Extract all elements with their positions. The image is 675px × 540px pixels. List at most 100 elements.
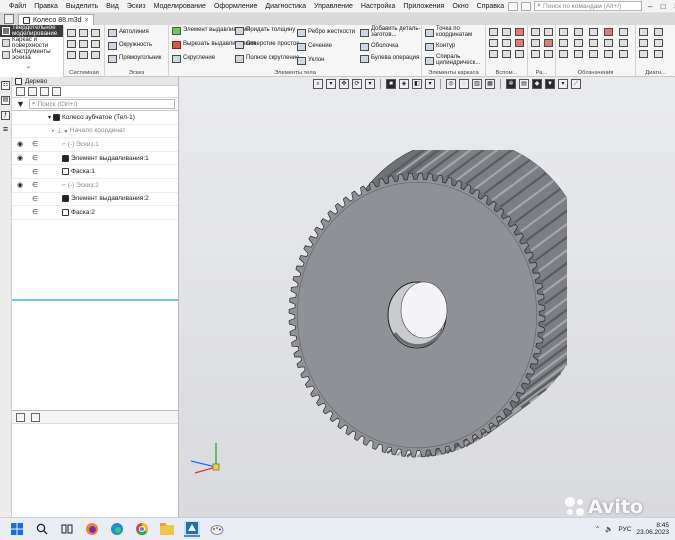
angle-measure-icon[interactable] [654, 50, 663, 58]
volume-icon[interactable]: 🔈 [605, 525, 613, 533]
text-icon[interactable] [574, 39, 583, 47]
leader-icon[interactable] [574, 28, 583, 36]
menu-item[interactable]: Оформление [210, 3, 261, 10]
window-icon[interactable] [521, 1, 532, 11]
tree-panel-icon[interactable]: ☷ [1, 81, 10, 90]
tree-row[interactable]: ◉ ∈ Элемент выдавливания:1 [12, 152, 178, 166]
display-settings-icon[interactable]: ▾ [425, 79, 435, 89]
zoom-fit-icon[interactable]: ▾ [326, 79, 336, 89]
tree-row[interactable]: ∈ Элемент выдавливания:2 [12, 193, 178, 207]
menu-item[interactable]: Моделирование [150, 3, 210, 10]
tree-filter-view-icon[interactable] [28, 87, 37, 96]
clock[interactable]: 8:45 23.06.2023 [636, 522, 669, 537]
check-icon[interactable] [639, 39, 648, 47]
select-filter-icon[interactable]: ✲ [506, 79, 516, 89]
mass-icon[interactable] [654, 28, 663, 36]
properties-panel-icon[interactable]: ▤ [1, 96, 10, 105]
menu-item[interactable]: Настройка [357, 3, 399, 10]
properties-tab-icon[interactable] [31, 412, 40, 422]
tree-history-icon[interactable] [40, 87, 49, 96]
plane-icon[interactable] [489, 28, 498, 36]
arrow-icon[interactable] [589, 50, 598, 58]
add-blank-button[interactable]: Добавить деталь-заготов... [360, 26, 425, 38]
plane-offset-icon[interactable] [489, 39, 498, 47]
undo-icon[interactable] [67, 51, 76, 59]
show-all-icon[interactable]: ◎ [446, 79, 456, 89]
axis-edge-icon[interactable] [502, 50, 511, 58]
tree-row[interactable]: ◉ ∈ ⌐ (-) Эскиз:2 [12, 179, 178, 193]
angle-dim-icon[interactable] [531, 39, 540, 47]
cs-icon[interactable] [515, 39, 524, 47]
variables-panel-icon[interactable]: ƒ [1, 111, 10, 120]
section-view-icon[interactable]: ◧ [412, 79, 422, 89]
tree-row[interactable]: ▸ ⊥ ● Начало координат [12, 125, 178, 139]
save-icon[interactable] [91, 29, 100, 37]
rectangle-button[interactable]: Прямоугольник [108, 55, 161, 63]
radial-dim-icon[interactable] [544, 28, 553, 36]
measure-tool-icon[interactable]: ⟋ [571, 79, 581, 89]
menu-item[interactable]: Справка [473, 3, 508, 10]
plane-angle-icon[interactable] [489, 50, 498, 58]
weld-icon[interactable] [619, 39, 628, 47]
new-file-icon[interactable] [67, 29, 76, 37]
edge-icon[interactable] [109, 521, 125, 537]
note-icon[interactable] [619, 50, 628, 58]
hide-icon[interactable]: ◌ [459, 79, 469, 89]
open-file-icon[interactable] [79, 29, 88, 37]
properties-icon[interactable] [67, 40, 76, 48]
tray-arrow-icon[interactable]: ⌃ [595, 525, 600, 533]
circle-button[interactable]: Окружность [108, 42, 152, 50]
fillet-button[interactable]: Скругление [172, 55, 215, 63]
menu-item[interactable]: Окно [448, 3, 472, 10]
menu-item[interactable]: Выделить [62, 3, 102, 10]
auto-dim-icon[interactable] [531, 50, 540, 58]
tree-display-icon[interactable] [52, 87, 61, 96]
tree-structure-icon[interactable] [16, 87, 25, 96]
line-mark-icon[interactable] [559, 50, 568, 58]
distance-icon[interactable] [639, 50, 648, 58]
copy-icon[interactable] [91, 40, 100, 48]
gear-model[interactable] [267, 150, 567, 470]
axis-icon[interactable] [502, 28, 511, 36]
simple-hole-button[interactable]: Отверстие простое [235, 41, 300, 49]
search-icon[interactable] [34, 521, 50, 537]
rib-button[interactable]: Ребро жесткости [297, 29, 355, 37]
visibility-icon[interactable]: ◉ [12, 181, 28, 189]
cut-line-icon[interactable] [574, 50, 583, 58]
display-mode-icon[interactable]: ■ [386, 79, 396, 89]
lcs-icon[interactable] [515, 50, 524, 58]
spiral-button[interactable]: Спираль цилиндрическ... [425, 54, 484, 66]
3d-viewport[interactable]: ⌕ ▾ ✥ ⟳ ▾ ■ ◈ ◧ ▾ ◎ ◌ ▥ ▦ ✲ ▤ ◆ ▼ ▾ ⟋ [179, 77, 675, 517]
scene-icon[interactable]: ▥ [472, 79, 482, 89]
menu-item[interactable]: Правка [30, 3, 62, 10]
filter-dropdown-icon[interactable]: ▾ [558, 79, 568, 89]
base-icon[interactable] [589, 28, 598, 36]
table-icon[interactable] [589, 39, 598, 47]
task-view-icon[interactable] [59, 521, 75, 537]
measure-icon[interactable] [639, 28, 648, 36]
pan-icon[interactable]: ✥ [339, 79, 349, 89]
menu-item[interactable]: Файл [5, 3, 30, 10]
view-orient-icon[interactable]: ▾ [365, 79, 375, 89]
zoom-icon[interactable]: ⌕ [313, 79, 323, 89]
print-icon[interactable] [79, 40, 88, 48]
chamfer-dim-icon[interactable] [544, 50, 553, 58]
chrome-icon[interactable] [134, 521, 150, 537]
home-tab-icon[interactable] [4, 14, 14, 24]
menu-item[interactable]: Вид [102, 3, 123, 10]
menu-item[interactable]: Диагностика [261, 3, 310, 10]
point-aux-icon[interactable] [515, 28, 524, 36]
grid-icon[interactable]: ▦ [485, 79, 495, 89]
command-search-input[interactable]: ⌕ Поиск по командам (Alt+/) [534, 1, 643, 11]
thicken-button[interactable]: Придать толщину [235, 27, 295, 35]
mode-more[interactable]: ⌄ [0, 61, 63, 73]
keyboard-language[interactable]: РУС [618, 526, 631, 533]
rotate-icon[interactable]: ⟳ [352, 79, 362, 89]
tree-row[interactable]: ▾ Колесо зубчатое (Тел-1) [12, 111, 178, 125]
full-fillet-button[interactable]: Полное скругление [235, 55, 299, 63]
expand-arrow-icon[interactable]: ▸ [52, 128, 55, 134]
redo-icon[interactable] [79, 51, 88, 59]
kompas-taskbar-icon[interactable] [184, 521, 200, 537]
maximize-icon[interactable]: □ [658, 2, 668, 11]
tree-tab-icon[interactable] [16, 412, 25, 422]
